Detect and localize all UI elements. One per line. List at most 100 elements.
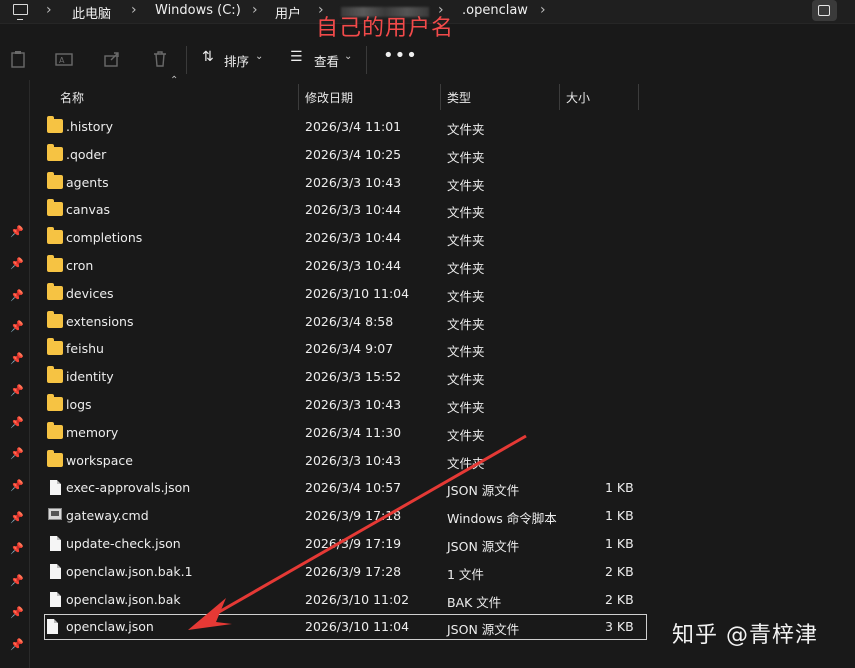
list-item[interactable]: update-check.json 2026/3/9 17:19 JSON 源文件 1… <box>30 530 855 558</box>
pin-icon[interactable]: 📌 <box>10 512 24 524</box>
list-item[interactable]: openclaw.json.bak.1 2026/3/9 17:28 1 文件 2 K… <box>30 558 855 586</box>
file-name: update-check.json <box>66 535 181 551</box>
breadcrumb-openclaw[interactable]: .openclaw <box>462 3 528 18</box>
pin-icon[interactable]: 📌 <box>10 226 24 238</box>
column-divider[interactable] <box>298 84 299 110</box>
list-item[interactable]: openclaw.json.bak 2026/3/10 11:02 BAK 文件 2 … <box>30 586 855 614</box>
list-item[interactable]: canvas 2026/3/3 10:44 文件夹 <box>30 196 855 224</box>
toolbar-divider <box>366 46 367 74</box>
file-name: memory <box>66 424 119 440</box>
pin-icon[interactable]: 📌 <box>10 353 24 365</box>
column-divider[interactable] <box>440 84 441 110</box>
delete-icon[interactable] <box>151 50 169 68</box>
file-type: BAK 文件 <box>447 594 502 610</box>
file-date: 2026/3/4 11:30 <box>305 424 402 440</box>
folder-icon <box>47 310 63 328</box>
list-item[interactable]: .history 2026/3/4 11:01 文件夹 <box>30 113 855 141</box>
computer-icon <box>13 4 28 20</box>
pin-icon[interactable]: 📌 <box>10 639 24 651</box>
file-type: 文件夹 <box>447 399 485 415</box>
pin-icon[interactable]: 📌 <box>10 575 24 587</box>
folder-icon <box>47 116 63 133</box>
file-date: 2026/3/4 11:01 <box>305 119 402 134</box>
file-icon <box>50 563 61 579</box>
command-bar: A ⇅ 排序 ⌄ ☰ 查看 ⌄ ••• <box>0 40 855 80</box>
pin-icon[interactable]: 📌 <box>10 543 24 555</box>
rename-icon[interactable]: A <box>55 50 73 68</box>
breadcrumb-drive-c[interactable]: Windows (C:) <box>155 3 241 18</box>
list-item[interactable]: devices 2026/3/10 11:04 文件夹 <box>30 280 855 308</box>
file-date: 2026/3/3 15:52 <box>305 369 402 385</box>
file-name: extensions <box>66 313 134 329</box>
list-item-selected[interactable]: openclaw.json 2026/3/10 11:04 JSON 源文件 3 KB <box>43 613 648 641</box>
file-type: 文件夹 <box>447 233 485 249</box>
list-item[interactable]: cron 2026/3/3 10:44 文件夹 <box>30 252 855 280</box>
chevron-right-icon[interactable]: › <box>540 2 546 18</box>
file-type: 1 文件 <box>447 566 484 582</box>
file-date: 2026/3/9 17:28 <box>305 563 402 579</box>
share-icon[interactable] <box>103 50 121 68</box>
pin-icon[interactable]: 📌 <box>10 290 24 302</box>
file-icon <box>50 591 61 607</box>
toolbar-divider <box>186 46 187 74</box>
file-date: 2026/3/10 11:04 <box>305 285 410 301</box>
sort-button[interactable]: 排序 <box>224 51 249 70</box>
pin-icon[interactable]: 📌 <box>10 417 24 429</box>
breadcrumb-this-pc[interactable]: 此电脑 <box>72 3 111 22</box>
file-name: agents <box>66 174 109 190</box>
file-date: 2026/3/4 10:25 <box>305 146 402 162</box>
file-type: 文件夹 <box>447 455 485 471</box>
pin-icon[interactable]: 📌 <box>10 607 24 619</box>
file-name: devices <box>66 285 114 301</box>
file-size: 2 KB <box>605 563 634 579</box>
view-button[interactable]: 查看 <box>314 51 339 70</box>
more-options-button[interactable]: ••• <box>383 45 418 66</box>
list-item[interactable]: .qoder 2026/3/4 10:25 文件夹 <box>30 141 855 169</box>
folder-icon <box>47 143 63 161</box>
file-size: 2 KB <box>605 591 634 607</box>
file-name: identity <box>66 369 114 385</box>
file-type: 文件夹 <box>447 149 485 165</box>
breadcrumb-users[interactable]: 用户 <box>275 3 301 22</box>
folder-icon <box>47 421 63 439</box>
file-name: .qoder <box>66 146 107 162</box>
chevron-right-icon[interactable]: › <box>46 2 52 18</box>
file-type: 文件夹 <box>447 260 485 276</box>
list-item[interactable]: exec-approvals.json 2026/3/4 10:57 JSON 源文… <box>30 474 855 502</box>
pin-icon[interactable]: 📌 <box>10 480 24 492</box>
file-size: 1 KB <box>605 480 634 496</box>
file-date: 2026/3/3 10:43 <box>305 174 402 190</box>
list-item[interactable]: completions 2026/3/3 10:44 文件夹 <box>30 224 855 252</box>
list-item[interactable]: gateway.cmd 2026/3/9 17:18 Windows 命令脚本 1 K… <box>30 502 855 530</box>
edit-path-button[interactable] <box>812 0 837 21</box>
column-divider[interactable] <box>638 84 639 110</box>
list-item[interactable]: agents 2026/3/3 10:43 文件夹 <box>30 169 855 197</box>
chevron-right-icon[interactable]: › <box>252 2 258 18</box>
pin-icon[interactable]: 📌 <box>10 321 24 333</box>
list-item[interactable]: extensions 2026/3/4 8:58 文件夹 <box>30 308 855 336</box>
file-date: 2026/3/3 10:44 <box>305 230 402 246</box>
list-item[interactable]: feishu 2026/3/4 9:07 文件夹 <box>30 335 855 363</box>
pin-icon[interactable]: 📌 <box>10 258 24 270</box>
folder-icon <box>47 338 63 356</box>
file-date: 2026/3/9 17:18 <box>305 508 402 524</box>
sort-icon: ⇅ <box>202 49 214 65</box>
pin-icon[interactable]: 📌 <box>10 385 24 397</box>
paste-icon[interactable] <box>9 50 27 68</box>
pin-icon[interactable]: 📌 <box>10 448 24 460</box>
navigation-pane[interactable]: 📌 📌 📌 📌 📌 📌 📌 📌 📌 📌 📌 📌 📌 📌 <box>0 80 30 668</box>
file-date: 2026/3/10 11:04 <box>305 619 410 635</box>
chevron-right-icon[interactable]: › <box>131 2 137 18</box>
column-divider[interactable] <box>559 84 560 110</box>
file-name: gateway.cmd <box>66 508 149 524</box>
list-item[interactable]: logs 2026/3/3 10:43 文件夹 <box>30 391 855 419</box>
list-item[interactable]: identity 2026/3/3 15:52 文件夹 <box>30 363 855 391</box>
file-type: 文件夹 <box>447 427 485 443</box>
view-icon: ☰ <box>290 49 303 65</box>
file-type: 文件夹 <box>447 372 485 388</box>
file-date: 2026/3/3 10:44 <box>305 202 402 218</box>
script-icon <box>48 508 62 521</box>
list-item[interactable]: memory 2026/3/4 11:30 文件夹 <box>30 419 855 447</box>
file-name: openclaw.json <box>66 619 154 635</box>
list-item[interactable]: workspace 2026/3/3 10:43 文件夹 <box>30 447 855 475</box>
